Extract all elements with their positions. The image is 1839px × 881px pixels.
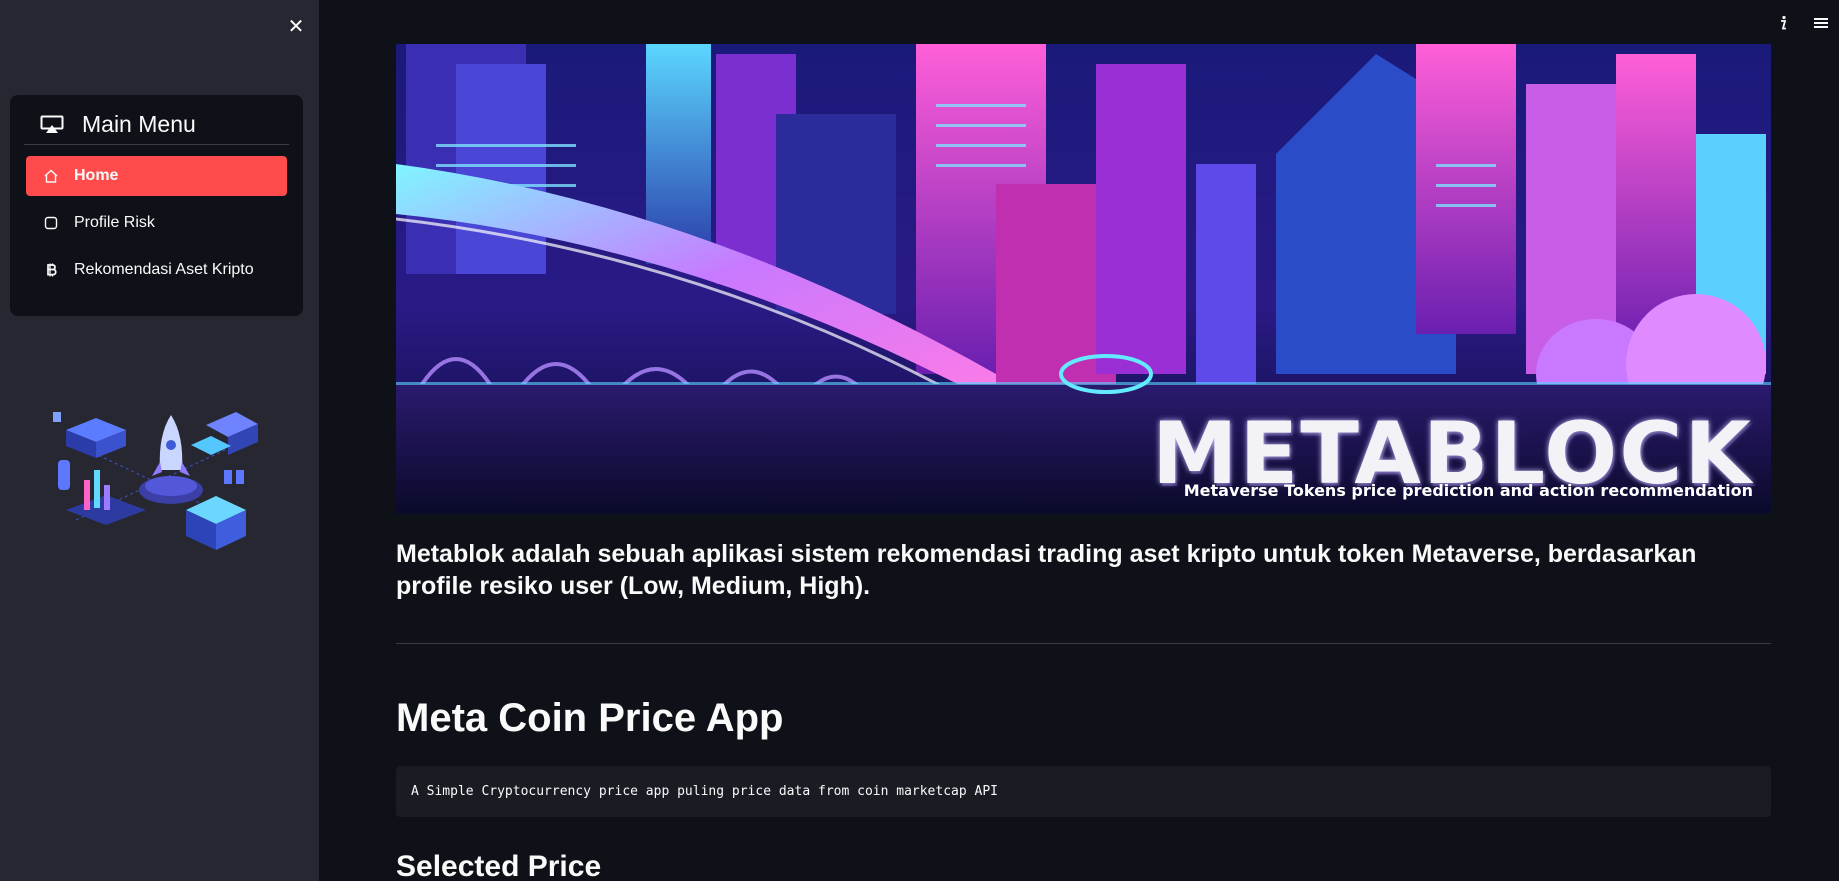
menu-title: Main Menu <box>82 111 196 137</box>
main-menu: Main Menu Home Profile Risk Rekomendasi … <box>10 95 303 316</box>
menu-item-label: Profile Risk <box>74 214 155 231</box>
square-icon <box>42 214 60 232</box>
menu-item-label: Home <box>74 167 119 184</box>
banner-subtitle: Metaverse Tokens price prediction and ac… <box>1183 481 1753 500</box>
page-title: Meta Coin Price App <box>396 696 784 740</box>
main-content: METABLOCK Metaverse Tokens price predict… <box>396 44 1771 881</box>
app-description-code: A Simple Cryptocurrency price app puling… <box>396 766 1771 817</box>
intro-text: Metablok adalah sebuah aplikasi sistem r… <box>396 540 1697 600</box>
app-root: ✕ Main Menu Home Profile Risk Rekomendas… <box>0 0 1839 881</box>
house-icon <box>42 167 60 185</box>
menu-item-profile-risk[interactable]: Profile Risk <box>26 203 287 243</box>
section-title: Selected Price <box>396 850 602 881</box>
metablock-banner: METABLOCK Metaverse Tokens price predict… <box>396 44 1771 514</box>
menu-item-label: Rekomendasi Aset Kripto <box>74 261 254 278</box>
sidebar: ✕ Main Menu Home Profile Risk Rekomendas… <box>0 0 319 881</box>
menu-header: Main Menu <box>24 105 289 145</box>
hamburger-icon[interactable] <box>1810 12 1832 34</box>
menu-items: Home Profile Risk Rekomendasi Aset Kript… <box>26 156 287 290</box>
info-icon[interactable] <box>1772 12 1794 34</box>
cast-icon <box>40 115 64 135</box>
menu-item-home[interactable]: Home <box>26 156 287 196</box>
divider <box>396 643 1771 644</box>
menu-item-rekomendasi-aset-kripto[interactable]: Rekomendasi Aset Kripto <box>26 250 287 290</box>
close-icon[interactable]: ✕ <box>284 14 308 38</box>
bitcoin-icon <box>42 261 60 279</box>
isometric-crypto-illustration <box>36 400 286 570</box>
